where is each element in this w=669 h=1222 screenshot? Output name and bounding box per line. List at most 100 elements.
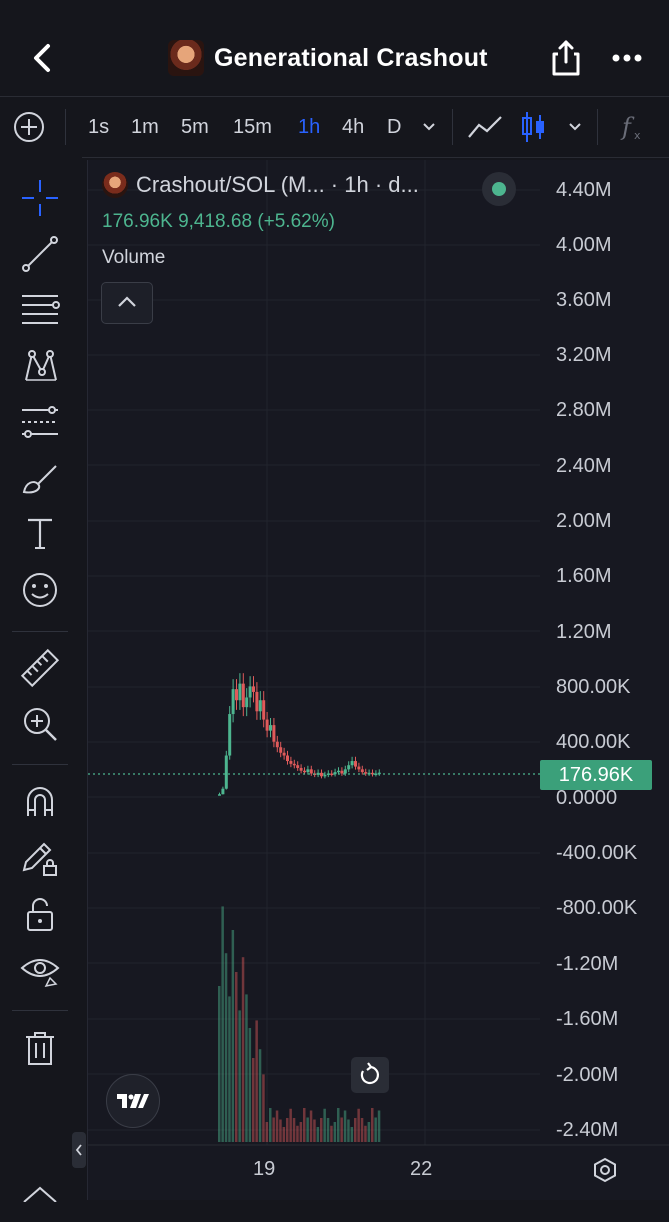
chevron-up-icon <box>118 296 136 307</box>
candle-body <box>364 772 368 774</box>
y-axis-label: 800.00K <box>556 676 631 698</box>
toolbar-divider <box>597 109 598 145</box>
share-icon[interactable] <box>550 38 582 78</box>
candle-body <box>269 725 272 731</box>
interval-1h[interactable]: 1h <box>298 97 320 157</box>
drawing-tools-sidebar <box>0 157 82 1202</box>
candle-body <box>265 719 269 731</box>
function-fx-icon[interactable]: fx <box>620 97 650 157</box>
volume-series <box>218 906 381 1142</box>
candlestick-icon[interactable] <box>520 97 548 157</box>
brush-icon[interactable] <box>20 458 60 498</box>
y-axis-label: 3.20M <box>556 344 612 366</box>
interval-5m[interactable]: 5m <box>181 97 209 157</box>
add-indicator-icon[interactable] <box>12 97 46 157</box>
volume-bar <box>371 1108 374 1142</box>
current-price-tag: 176.96K <box>540 760 652 790</box>
candle-body <box>218 794 221 796</box>
market-status-indicator[interactable] <box>482 172 516 206</box>
pattern-icon[interactable] <box>20 346 60 386</box>
volume-bar <box>275 1110 279 1142</box>
candle-body <box>258 700 262 712</box>
fib-retracement-icon[interactable] <box>20 290 60 330</box>
volume-bar <box>326 1118 330 1142</box>
y-axis-label: -2.00M <box>556 1064 619 1086</box>
volume-bar <box>286 1118 289 1142</box>
volume-bar <box>306 1117 309 1142</box>
y-axis-label: 0.0000 <box>556 787 618 809</box>
interval-15m[interactable]: 15m <box>233 97 272 157</box>
lock-drawings-icon[interactable] <box>20 838 60 878</box>
volume-bar <box>343 1110 347 1142</box>
volume-bar <box>320 1118 323 1142</box>
y-axis-label: -1.20M <box>556 953 619 975</box>
volume-bar <box>323 1108 326 1142</box>
volume-bar <box>330 1125 333 1142</box>
candle-body <box>235 689 238 701</box>
text-tool-icon[interactable] <box>20 514 60 554</box>
volume-bar <box>252 1058 255 1142</box>
candle-body <box>350 761 354 766</box>
object-tree-icon[interactable] <box>20 1182 60 1222</box>
candle-body <box>231 689 235 715</box>
volume-bar <box>265 1122 269 1142</box>
chart-toolbar: 1s 1m 5m 15m 1h 4h D fx <box>0 96 669 158</box>
interval-1m[interactable]: 1m <box>131 97 159 157</box>
candle-body <box>228 714 232 756</box>
volume-bar <box>255 1020 258 1142</box>
candle-body <box>340 770 344 774</box>
volume-bar <box>296 1125 299 1142</box>
svg-text:x: x <box>634 129 641 142</box>
candle-body <box>309 769 313 774</box>
magnet-icon[interactable] <box>20 782 60 822</box>
more-options-icon[interactable] <box>612 52 642 64</box>
volume-bar <box>357 1108 360 1142</box>
y-axis-label: 4.00M <box>556 234 612 256</box>
trash-icon[interactable] <box>20 1028 60 1068</box>
crosshair-icon[interactable] <box>20 178 60 218</box>
eye-icon[interactable] <box>20 950 60 990</box>
candle-body <box>275 741 279 748</box>
volume-bar <box>360 1118 364 1142</box>
volume-bar <box>350 1127 354 1142</box>
trend-line-icon[interactable] <box>20 234 60 274</box>
price-change: 9,418.68 (+5.62%) <box>178 211 335 232</box>
token-title[interactable]: Generational Crashout <box>168 40 488 76</box>
volume-bar <box>245 994 248 1142</box>
candle-body <box>296 765 300 768</box>
chart-legend[interactable]: Crashout/SOL (M... · 1h · d... <box>102 172 419 198</box>
tradingview-logo[interactable] <box>106 1074 160 1128</box>
interval-d[interactable]: D <box>387 97 401 157</box>
volume-bar <box>364 1125 367 1142</box>
x-axis-label: 19 <box>253 1158 276 1180</box>
emoji-icon[interactable] <box>20 570 60 610</box>
collapse-sidebar-button[interactable] <box>72 1132 86 1168</box>
volume-bar <box>258 1049 262 1142</box>
chevron-down-icon[interactable] <box>420 97 438 157</box>
y-axis-label: 4.40M <box>556 179 612 201</box>
chevron-down-icon[interactable] <box>566 97 584 157</box>
volume-bar <box>218 986 221 1142</box>
back-arrow-icon[interactable] <box>28 40 58 76</box>
candle-body <box>354 761 357 767</box>
volume-bar <box>377 1110 381 1142</box>
candle-body <box>245 697 249 708</box>
volume-label: Volume <box>102 247 166 268</box>
interval-1s[interactable]: 1s <box>88 97 109 157</box>
prediction-icon[interactable] <box>20 402 60 442</box>
collapse-legend-button[interactable] <box>101 282 153 324</box>
volume-bar <box>347 1119 350 1142</box>
y-axis-label: 3.60M <box>556 289 612 311</box>
reset-chart-icon[interactable] <box>351 1057 389 1093</box>
ruler-icon[interactable] <box>20 648 60 688</box>
volume-bar <box>313 1119 316 1142</box>
settings-icon[interactable] <box>592 1157 618 1183</box>
volume-bar <box>224 953 228 1142</box>
zoom-in-icon[interactable] <box>20 704 60 744</box>
token-avatar <box>102 172 128 198</box>
interval-4h[interactable]: 4h <box>342 97 364 157</box>
line-chart-icon[interactable] <box>466 97 504 157</box>
volume-bar <box>303 1108 306 1142</box>
sidebar-divider <box>12 1010 68 1011</box>
unlock-icon[interactable] <box>20 894 60 934</box>
